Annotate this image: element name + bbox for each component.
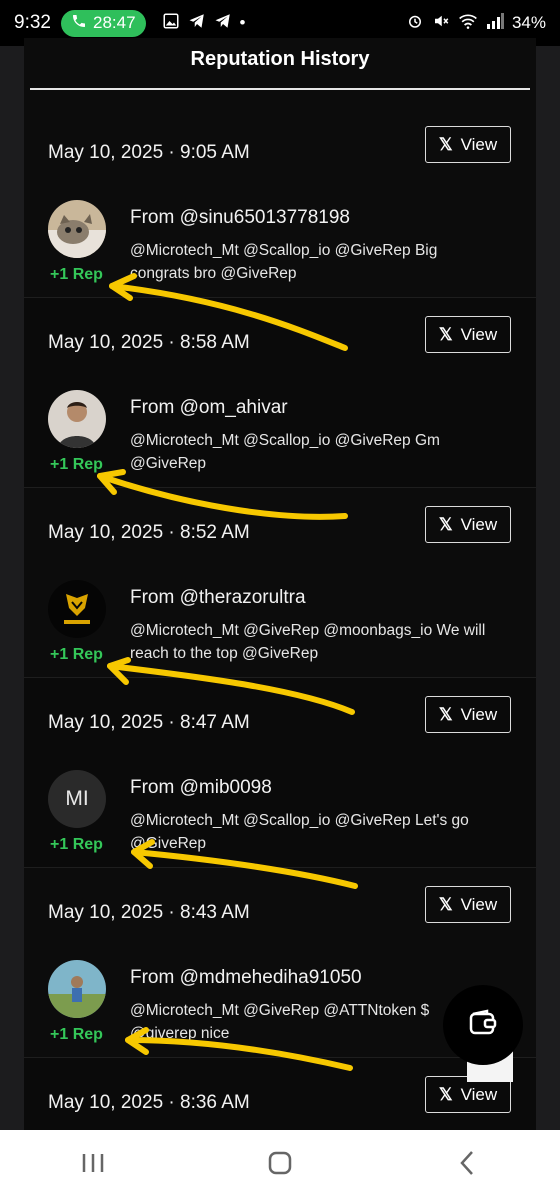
x-logo-icon: 𝕏 <box>438 1084 453 1104</box>
system-nav-bar <box>0 1130 560 1200</box>
sender-handle[interactable]: From @sinu65013778198 <box>130 207 350 229</box>
phone-icon <box>71 13 87 34</box>
sender-handle[interactable]: From @om_ahivar <box>130 397 288 419</box>
home-icon <box>267 1150 293 1181</box>
battery-level: 34% <box>511 13 546 32</box>
entry-message: @Microtech_Mt @Scallop_io @GiveRep Gm @G… <box>130 432 440 472</box>
view-on-x-button[interactable]: 𝕏 View <box>425 316 511 353</box>
entry-timestamp: May 10, 2025 · 8:47 AM <box>48 712 250 733</box>
entry-message: @Microtech_Mt @GiveRep @ATTNtoken $ @giv… <box>130 1002 430 1042</box>
reputation-entry: May 10, 2025 · 9:05 AM 𝕏 View +1 Rep Fro… <box>24 108 536 298</box>
telegram-icon <box>214 12 232 35</box>
reputation-entry: May 10, 2025 · 8:47 AM 𝕏 View MI +1 Rep … <box>24 678 536 868</box>
x-logo-icon: 𝕏 <box>438 704 453 724</box>
view-on-x-button[interactable]: 𝕏 View <box>425 886 511 923</box>
entry-timestamp: May 10, 2025 · 8:52 AM <box>48 522 250 543</box>
rep-badge: +1 Rep <box>50 266 103 283</box>
view-on-x-button[interactable]: 𝕏 View <box>425 696 511 733</box>
view-label: View <box>460 894 498 914</box>
signal-icon <box>486 12 504 34</box>
entry-timestamp: May 10, 2025 · 8:43 AM <box>48 902 250 923</box>
x-logo-icon: 𝕏 <box>438 514 453 534</box>
reputation-entry: May 10, 2025 · 8:58 AM 𝕏 View +1 Rep Fro… <box>24 298 536 488</box>
sender-handle[interactable]: From @mib0098 <box>130 777 272 799</box>
wifi-icon <box>458 12 478 35</box>
avatar[interactable] <box>48 960 106 1018</box>
reputation-entry: May 10, 2025 · 8:52 AM 𝕏 View +1 Rep Fro… <box>24 488 536 678</box>
title-divider <box>30 88 530 90</box>
view-on-x-button[interactable]: 𝕏 View <box>425 506 511 543</box>
view-on-x-button[interactable]: 𝕏 View <box>425 126 511 163</box>
view-label: View <box>460 1084 498 1104</box>
notification-dot-icon: • <box>239 13 246 32</box>
back-button[interactable] <box>437 1145 497 1185</box>
view-label: View <box>460 134 498 154</box>
sender-handle[interactable]: From @mdmehediha91050 <box>130 967 362 989</box>
ongoing-call-pill[interactable]: 28:47 <box>60 9 146 37</box>
view-label: View <box>460 514 498 534</box>
view-label: View <box>460 324 498 344</box>
back-icon <box>457 1150 477 1181</box>
wallet-icon <box>468 1008 498 1042</box>
status-time: 9:32 <box>14 12 51 33</box>
gallery-icon <box>162 12 180 35</box>
rep-badge: +1 Rep <box>50 836 103 853</box>
avatar[interactable] <box>48 580 106 638</box>
x-logo-icon: 𝕏 <box>438 894 453 914</box>
telegram-icon <box>188 12 206 35</box>
entry-timestamp: May 10, 2025 · 8:36 AM <box>48 1092 250 1113</box>
entry-message: @Microtech_Mt @Scallop_io @GiveRep Big c… <box>130 242 438 282</box>
entry-message: @Microtech_Mt @GiveRep @moonbags_io We w… <box>130 622 486 662</box>
wallet-button[interactable] <box>443 985 523 1065</box>
rep-badge: +1 Rep <box>50 646 103 663</box>
alarm-icon <box>406 12 424 35</box>
avatar[interactable] <box>48 200 106 258</box>
mute-icon <box>432 12 450 35</box>
avatar[interactable]: MI <box>48 770 106 828</box>
recents-button[interactable] <box>63 1145 123 1185</box>
avatar[interactable] <box>48 390 106 448</box>
entry-message: @Microtech_Mt @Scallop_io @GiveRep Let's… <box>130 812 469 852</box>
reputation-entry: May 10, 2025 · 8:36 AM 𝕏 View <box>24 1058 536 1130</box>
home-button[interactable] <box>250 1145 310 1185</box>
sender-handle[interactable]: From @therazorultra <box>130 587 306 609</box>
entry-timestamp: May 10, 2025 · 9:05 AM <box>48 142 250 163</box>
reputation-history-panel: Reputation History May 10, 2025 · 9:05 A… <box>24 38 536 1130</box>
rep-badge: +1 Rep <box>50 456 103 473</box>
rep-badge: +1 Rep <box>50 1026 103 1043</box>
view-label: View <box>460 704 498 724</box>
recents-icon <box>80 1152 106 1179</box>
x-logo-icon: 𝕏 <box>438 324 453 344</box>
x-logo-icon: 𝕏 <box>438 134 453 154</box>
panel-title: Reputation History <box>190 48 370 70</box>
entry-timestamp: May 10, 2025 · 8:58 AM <box>48 332 250 353</box>
call-timer: 28:47 <box>92 13 136 32</box>
